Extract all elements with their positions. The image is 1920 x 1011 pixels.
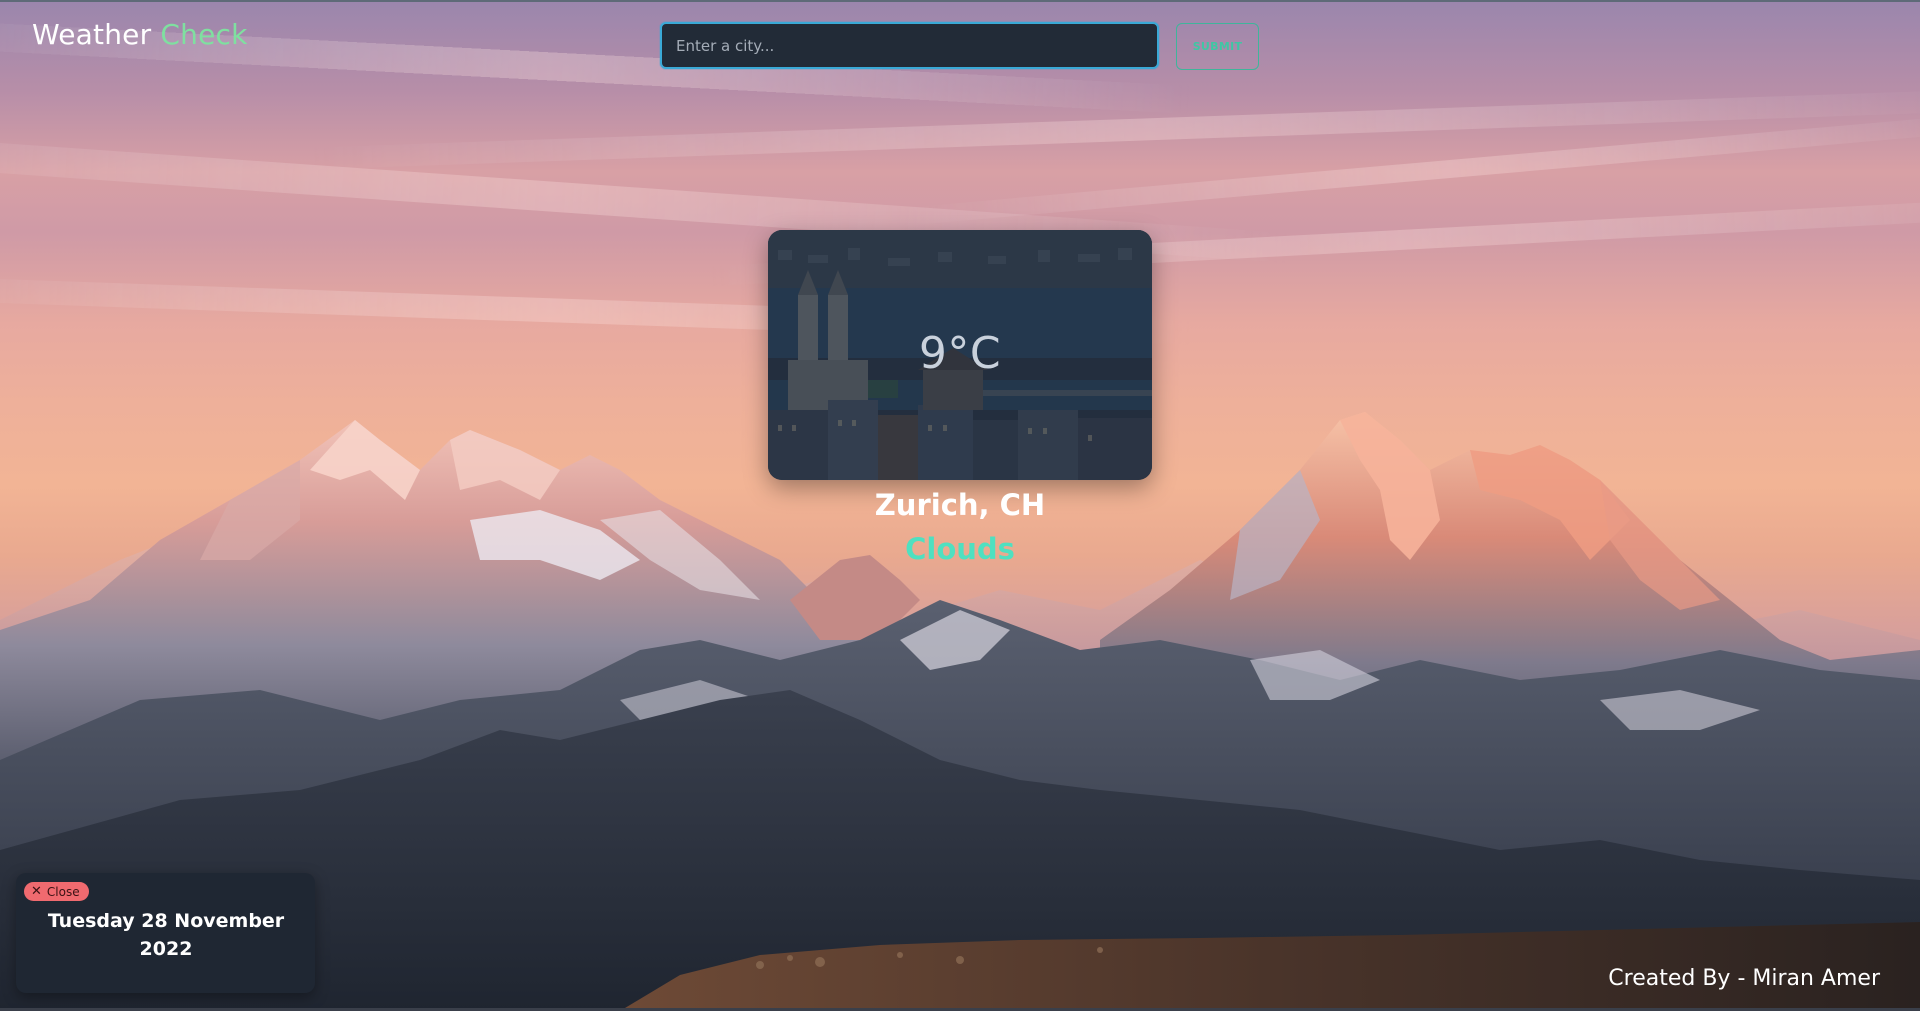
search-field-container [660,22,1159,69]
close-label: Close [46,884,80,899]
brand-word-check: Check [160,18,248,51]
app-brand: Weather Check [32,18,248,51]
date-line-2: 2022 [139,938,193,960]
current-date: Tuesday 28 November 2022 [40,907,292,963]
footer-credit: Created By - Miran Amer [1608,966,1880,991]
weather-card: 9°C [768,230,1152,480]
city-search-input[interactable] [662,24,1157,67]
location-name: Zurich, CH [874,488,1046,522]
brand-word-weather: Weather [32,18,152,51]
close-button[interactable]: ✕ Close [24,882,89,901]
submit-button[interactable]: SUBMIT [1176,23,1259,70]
date-line-1: Tuesday 28 November [47,910,285,932]
weather-condition: Clouds [905,532,1015,566]
x-icon: ✕ [31,884,42,899]
date-panel: ✕ Close Tuesday 28 November 2022 [16,873,315,993]
top-border [0,0,1920,2]
temperature: 9°C [918,328,1002,379]
